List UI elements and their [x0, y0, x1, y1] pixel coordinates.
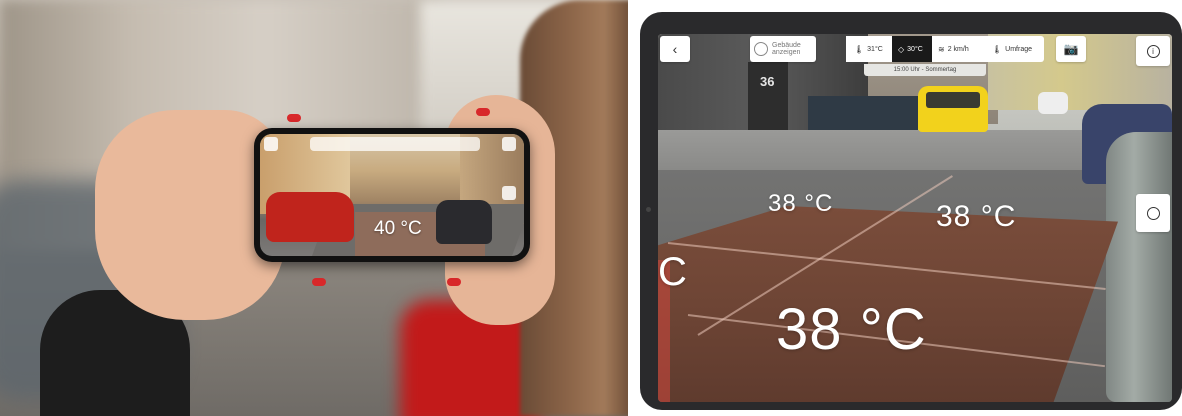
tablet-screen: 36 38 °C 38 °C C 38 °C ‹ Gebäude anzeige…	[658, 34, 1172, 402]
screen-clock-button	[502, 186, 516, 200]
air-temperature-tab[interactable]: 🌡 31°C	[846, 36, 892, 62]
nail	[312, 278, 326, 286]
clock-icon	[1146, 206, 1160, 220]
van-windshield	[926, 92, 980, 108]
nail	[287, 114, 301, 122]
screen-temperature-label: 40 °C	[374, 218, 422, 239]
air-temperature-label: 31°C	[867, 45, 883, 53]
camera-icon: 📷	[1063, 42, 1079, 56]
smartphone: 40 °C	[254, 128, 530, 262]
tablet: 36 38 °C 38 °C C 38 °C ‹ Gebäude anzeige…	[640, 12, 1182, 410]
info-icon: i	[1146, 44, 1160, 58]
nail	[476, 108, 490, 116]
time-button[interactable]	[1136, 194, 1170, 232]
temperature-label-big: 38 °C	[776, 297, 927, 362]
silver-car	[1106, 132, 1172, 402]
house-number: 36	[760, 74, 775, 89]
temperature-label-near-left: 38 °C	[768, 190, 834, 217]
wind-icon: ≋	[938, 44, 945, 54]
temperature-label-partial: C	[658, 250, 688, 294]
time-caption: 15:00 Uhr - Sommertag	[864, 64, 986, 76]
tablet-camera	[646, 207, 651, 212]
temperature-label-near-right: 38 °C	[936, 200, 1017, 233]
phone-screen: 40 °C	[260, 134, 524, 256]
surface-diamond-icon: ◇	[898, 44, 905, 54]
survey-thermometer-icon: 🌡	[992, 44, 1003, 54]
thermometer-icon: 🌡	[854, 44, 865, 54]
survey-label: Umfrage	[1005, 45, 1032, 53]
chevron-left-icon: ‹	[672, 41, 678, 57]
screen-back-button	[264, 137, 278, 151]
surface-temperature-label: 30°C	[907, 45, 923, 53]
camera-button[interactable]: 📷	[1056, 36, 1086, 62]
show-buildings-toggle[interactable]: Gebäude anzeigen	[750, 36, 816, 62]
screen-red-car	[266, 192, 354, 242]
circle-outline-icon	[754, 42, 768, 56]
wind-tab[interactable]: ≋ 2 km/h	[932, 36, 982, 62]
nail	[447, 278, 461, 286]
back-button[interactable]: ‹	[660, 36, 690, 62]
screen-toolbar	[310, 137, 480, 151]
survey-tab[interactable]: 🌡 Umfrage	[982, 36, 1044, 62]
surface-temperature-tab[interactable]: ◇ 30°C	[892, 36, 932, 62]
screen-dark-car	[436, 200, 492, 244]
info-button[interactable]: i	[1136, 36, 1170, 66]
left-photo: 40 °C	[0, 0, 628, 416]
wind-label: 2 km/h	[947, 45, 969, 53]
scene-planters	[808, 96, 918, 130]
white-car	[1038, 92, 1068, 114]
screen-camera-button	[502, 137, 516, 151]
show-buildings-label: Gebäude anzeigen	[772, 42, 801, 56]
